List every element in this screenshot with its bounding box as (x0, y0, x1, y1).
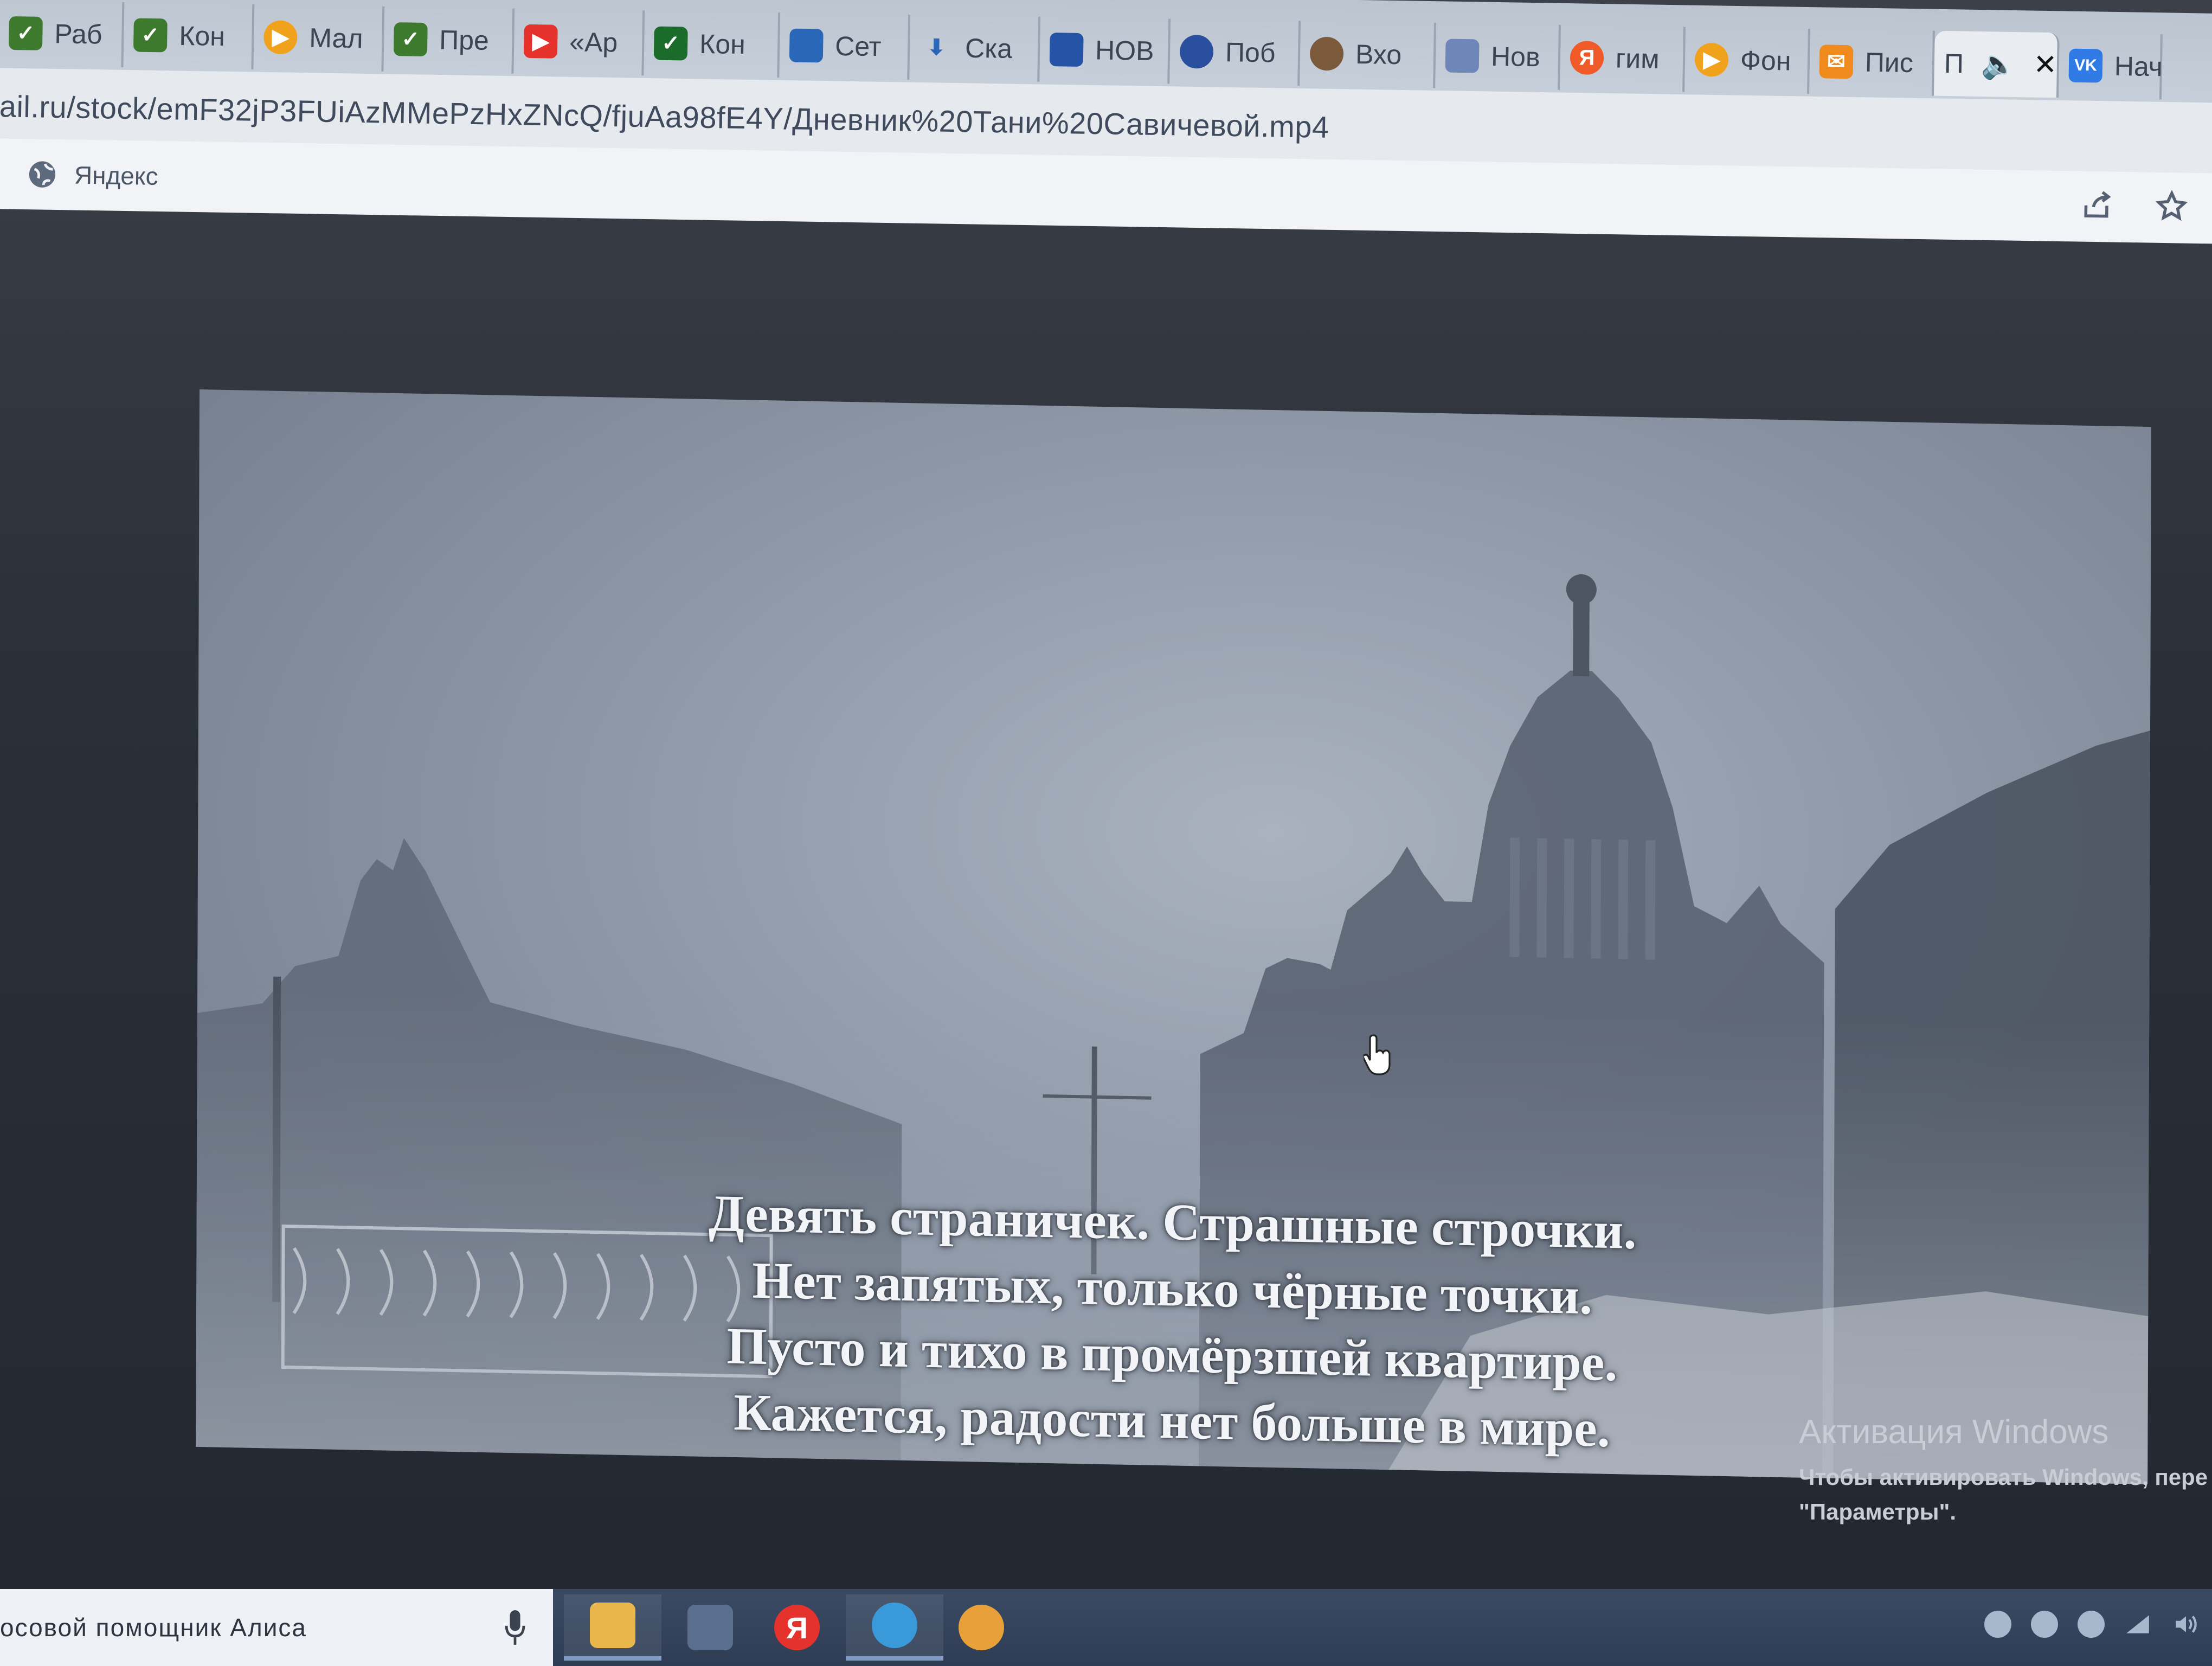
tab-11[interactable]: Нов (1435, 23, 1561, 90)
taskbar-app-yandex-browser[interactable]: Я (748, 1594, 846, 1661)
wifi-icon[interactable] (2124, 1611, 2151, 1638)
bookmark-yandex[interactable]: Яндекс (27, 158, 159, 192)
tab-label: Нов (1490, 41, 1540, 73)
tray-icon[interactable] (2078, 1611, 2105, 1638)
tab-2[interactable]: ▶ Мал (253, 4, 385, 72)
wave-icon (1049, 33, 1084, 67)
bookmark-yandex-label: Яндекс (74, 161, 159, 190)
tab-label: гим (1615, 43, 1660, 74)
yandex-browser-icon: Я (774, 1605, 820, 1650)
watermark-title: Активация Windows (1799, 1413, 2109, 1451)
check-icon: ✓ (393, 22, 428, 57)
watermark-text: "Параметры". (1799, 1499, 1957, 1524)
tab-label: Поб (1225, 37, 1276, 68)
bookmark-star-icon[interactable] (2153, 189, 2190, 225)
tab-label: Раб (54, 18, 102, 50)
tab-12[interactable]: Ягим (1560, 24, 1686, 92)
tab-0[interactable]: ✓ Раб (0, 0, 125, 68)
system-tray[interactable] (1984, 1611, 2201, 1638)
tab-5[interactable]: ✓ Кон (644, 10, 781, 78)
hand-cursor-icon (1364, 1034, 1391, 1075)
tab-7[interactable]: ⬇ Ска (909, 15, 1041, 82)
circle-icon (1179, 34, 1214, 69)
download-icon: ⬇ (927, 35, 946, 60)
tab-3[interactable]: ✓ Пре (383, 6, 515, 74)
close-tab-icon[interactable]: ✕ (2033, 49, 2057, 82)
volume-icon[interactable] (2171, 1611, 2201, 1638)
yandex-icon: Я (1570, 41, 1604, 75)
tab-14[interactable]: ✉ Пис (1809, 29, 1935, 96)
tab-label: Ска (964, 33, 1013, 64)
url-text[interactable]: ail.ru/stock/emF32jP3FUiAzMMePzHxZNcQ/fj… (0, 88, 1329, 145)
tab-label: «Ар (569, 27, 618, 58)
grid-icon (789, 28, 824, 63)
tab-10[interactable]: Вхо (1300, 21, 1437, 88)
tab-label: Нач (2114, 50, 2163, 82)
play-icon: ▶ (263, 20, 298, 55)
emblem-icon (1445, 39, 1480, 73)
taskbar-app-telegram[interactable] (846, 1594, 943, 1661)
tray-icon[interactable] (2031, 1611, 2058, 1638)
chrome-icon (959, 1605, 1004, 1650)
microphone-icon[interactable] (504, 1609, 526, 1646)
windows-taskbar: осовой помощник Алиса Я (0, 1589, 2212, 1666)
tab-6[interactable]: Сет (779, 12, 911, 80)
tab-label: Пис (1864, 47, 1914, 79)
tab-label: П (1944, 48, 1964, 79)
check-icon: ✓ (8, 16, 43, 50)
taskbar-app-chrome[interactable] (933, 1594, 1030, 1661)
tab-1[interactable]: ✓ Кон (123, 2, 255, 69)
share-icon[interactable] (2080, 188, 2116, 224)
telegram-icon (872, 1603, 917, 1648)
tab-label: Сет (834, 30, 882, 62)
tab-16[interactable]: VK Нач (2059, 33, 2163, 100)
tab-label: НОВ (1095, 35, 1154, 67)
video-player[interactable]: Девять страничек. Страшные строчки. Нет … (196, 389, 2151, 1485)
mail-icon: ✉ (1819, 44, 1854, 79)
tab-4[interactable]: ▶ «Ар (513, 8, 645, 76)
taskbar-search-box[interactable]: осовой помощник Алиса (0, 1589, 553, 1666)
check-icon: ✓ (133, 18, 168, 53)
tab-13[interactable]: ▶ Фон (1684, 27, 1810, 94)
tab-9[interactable]: Поб (1169, 18, 1301, 86)
tab-15[interactable]: П 🔈 ✕ (1934, 30, 2060, 98)
globe-icon (29, 161, 56, 188)
taskbar-app-notepad[interactable] (661, 1594, 759, 1661)
check-icon: ✓ (653, 26, 688, 61)
taskbar-app-explorer[interactable] (564, 1594, 661, 1661)
watermark-text: Чтобы активировать Windows, пере (1799, 1464, 2208, 1490)
tab-label: Пре (439, 24, 490, 56)
tray-icon[interactable] (1984, 1611, 2011, 1638)
tab-label: Кон (699, 28, 746, 60)
tab-label: Фон (1740, 45, 1791, 76)
play-icon: ▶ (1694, 42, 1729, 77)
tab-8[interactable]: НОВ (1039, 16, 1171, 84)
avatar-icon (1309, 36, 1344, 71)
notepad-icon (687, 1605, 733, 1650)
tab-label: Мал (308, 22, 363, 54)
windows-activation-watermark: Активация Windows Чтобы активировать Win… (1799, 1413, 2208, 1525)
explorer-icon (590, 1603, 635, 1648)
tab-label: Кон (178, 20, 226, 52)
search-text: осовой помощник Алиса (0, 1613, 307, 1642)
mute-icon[interactable]: 🔈 (1980, 48, 2016, 81)
vk-icon: VK (2068, 48, 2103, 83)
youtube-icon: ▶ (523, 24, 558, 59)
tab-label: Вхо (1355, 39, 1402, 71)
